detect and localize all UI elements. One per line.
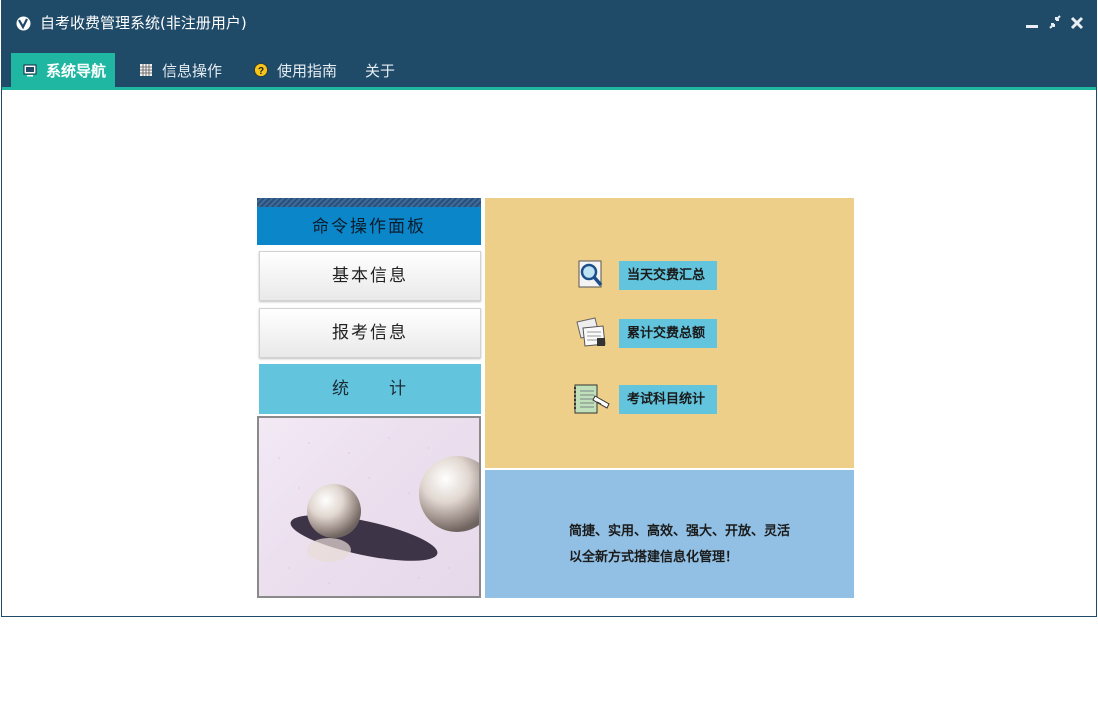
app-window: 自考收费管理系统(非注册用户) 系统导航 信息操作 ? 使用指南 关于 命令操作… bbox=[1, 0, 1097, 617]
slogan-area: 简捷、实用、高效、强大、开放、灵活 以全新方式搭建信息化管理！ bbox=[485, 470, 854, 598]
notebook-pen-icon bbox=[571, 382, 611, 416]
grid-icon bbox=[139, 63, 153, 77]
menu-item-about[interactable]: 关于 bbox=[365, 53, 395, 87]
basic-info-button[interactable]: 基本信息 bbox=[259, 251, 481, 301]
menu-item-system-nav[interactable]: 系统导航 bbox=[11, 53, 116, 87]
slogan-line-2: 以全新方式搭建信息化管理！ bbox=[569, 550, 739, 565]
svg-text:?: ? bbox=[258, 66, 264, 77]
header-stripe bbox=[257, 198, 481, 207]
exam-info-button[interactable]: 报考信息 bbox=[259, 308, 481, 358]
minimize-icon[interactable] bbox=[1025, 14, 1039, 30]
command-panel: 命令操作面板 基本信息 报考信息 统 计 当天交费汇总 累计交费总额 考试科目统… bbox=[257, 198, 854, 598]
menu-item-label: 使用指南 bbox=[277, 61, 338, 80]
statistics-button[interactable]: 统 计 bbox=[259, 364, 481, 414]
main-content: 命令操作面板 基本信息 报考信息 统 计 当天交费汇总 累计交费总额 考试科目统… bbox=[2, 90, 1096, 616]
menu-item-label: 信息操作 bbox=[162, 61, 223, 80]
cumulative-total-label: 累计交费总额 bbox=[619, 318, 717, 348]
menu-bar: 系统导航 信息操作 ? 使用指南 关于 bbox=[2, 45, 1096, 87]
subject-stats-label: 考试科目统计 bbox=[619, 384, 717, 414]
menu-item-label: 关于 bbox=[365, 61, 396, 80]
monitor-icon bbox=[23, 63, 37, 77]
cumulative-total-action[interactable]: 累计交费总额 bbox=[571, 316, 717, 350]
menu-item-info-ops[interactable]: 信息操作 bbox=[139, 53, 222, 87]
subject-stats-action[interactable]: 考试科目统计 bbox=[571, 382, 717, 416]
menu-item-label: 系统导航 bbox=[46, 61, 107, 80]
help-icon: ? bbox=[254, 63, 268, 77]
title-bar[interactable]: 自考收费管理系统(非注册用户) bbox=[2, 1, 1096, 45]
magnifier-icon bbox=[571, 258, 611, 292]
command-panel-title: 命令操作面板 bbox=[312, 217, 426, 237]
window-title: 自考收费管理系统(非注册用户) bbox=[40, 14, 247, 32]
daily-summary-label: 当天交费汇总 bbox=[619, 260, 717, 290]
decorative-spheres-image bbox=[257, 416, 481, 598]
daily-summary-action[interactable]: 当天交费汇总 bbox=[571, 258, 717, 292]
slogan-line-1: 简捷、实用、高效、强大、开放、灵活 bbox=[569, 524, 791, 539]
restore-icon[interactable] bbox=[1048, 14, 1062, 30]
menu-item-user-guide[interactable]: ? 使用指南 bbox=[254, 53, 337, 87]
close-icon[interactable] bbox=[1070, 14, 1084, 30]
app-logo-icon bbox=[16, 16, 31, 31]
quick-actions-area: 当天交费汇总 累计交费总额 考试科目统计 bbox=[485, 198, 854, 468]
documents-icon bbox=[571, 316, 611, 350]
command-panel-header: 命令操作面板 bbox=[257, 198, 481, 245]
